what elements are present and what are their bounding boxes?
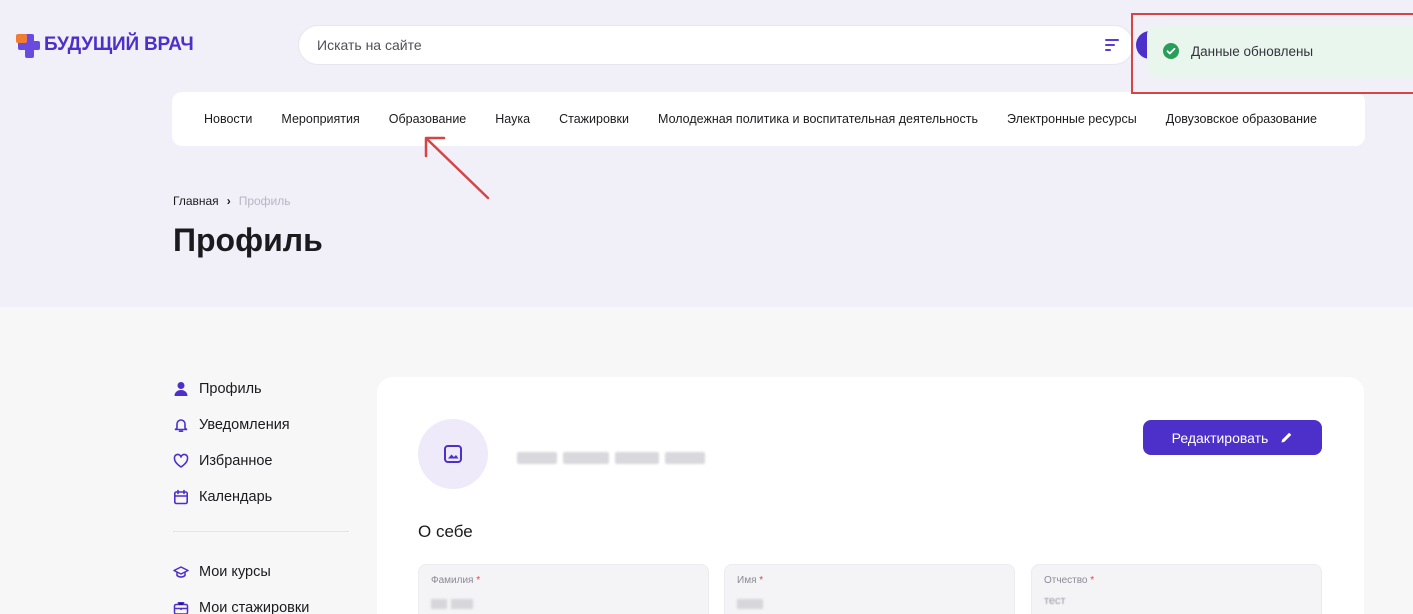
about-section-title: О себе <box>418 522 473 541</box>
breadcrumb-chevron-icon: › <box>226 194 231 208</box>
profile-card: Редактировать О себе Фамилия * Имя * Отч… <box>377 377 1364 614</box>
breadcrumb: Главная › Профиль <box>173 194 291 208</box>
first-name-field[interactable]: Имя * <box>724 564 1015 614</box>
nav-item-e-resources[interactable]: Электронные ресурсы <box>1007 112 1137 126</box>
patronymic-field[interactable]: Отчество * тест <box>1031 564 1322 614</box>
nav-item-news[interactable]: Новости <box>204 112 252 126</box>
nav-item-pre-university[interactable]: Довузовское образование <box>1166 112 1317 126</box>
annotation-arrow-icon <box>424 136 490 200</box>
avatar[interactable] <box>418 419 488 489</box>
main-nav: Новости Мероприятия Образование Наука Ст… <box>172 92 1365 146</box>
sidebar-item-profile[interactable]: Профиль <box>173 377 349 401</box>
bell-icon <box>174 419 188 432</box>
sidebar-item-label: Уведомления <box>199 417 290 433</box>
briefcase-icon <box>173 602 189 614</box>
toast-message: Данные обновлены <box>1191 43 1314 59</box>
sidebar-item-label: Мои стажировки <box>199 600 310 614</box>
sidebar-divider <box>173 531 349 532</box>
patronymic-value: тест <box>1044 595 1066 607</box>
field-label: Имя * <box>737 575 764 586</box>
image-placeholder-icon <box>444 445 462 463</box>
nav-item-education[interactable]: Образование <box>389 112 466 126</box>
site-logo[interactable]: БУДУЩИЙ ВРАЧ <box>16 30 194 60</box>
sidebar-item-calendar[interactable]: Календарь <box>173 485 349 509</box>
nav-item-science[interactable]: Наука <box>495 112 530 126</box>
field-label: Фамилия * <box>431 575 481 586</box>
success-toast: Данные обновлены <box>1147 25 1413 77</box>
logo-cross-icon <box>16 32 42 58</box>
calendar-icon <box>173 489 188 505</box>
edit-profile-button[interactable]: Редактировать <box>1143 420 1322 455</box>
logo-text: БУДУЩИЙ ВРАЧ <box>44 34 194 55</box>
page-title: Профиль <box>173 222 323 258</box>
edit-profile-label: Редактировать <box>1171 429 1269 446</box>
nav-item-events[interactable]: Мероприятия <box>281 112 359 126</box>
heart-icon <box>173 453 189 468</box>
sidebar-item-my-courses[interactable]: Мои курсы <box>173 560 349 584</box>
profile-sidebar: Профиль Уведомления Избранное Календарь … <box>173 377 349 614</box>
filter-icon[interactable] <box>1105 39 1119 51</box>
breadcrumb-home[interactable]: Главная <box>173 194 219 208</box>
sidebar-item-label: Профиль <box>199 381 262 397</box>
breadcrumb-current: Профиль <box>238 194 291 208</box>
graduation-cap-icon <box>173 566 189 578</box>
field-label: Отчество * <box>1044 575 1095 586</box>
check-circle-icon <box>1163 43 1179 59</box>
nav-item-internships[interactable]: Стажировки <box>559 112 629 126</box>
search-placeholder: Искать на сайте <box>317 37 422 53</box>
last-name-value-redacted <box>431 599 473 609</box>
sidebar-item-my-internships[interactable]: Мои стажировки <box>173 596 349 614</box>
search-input[interactable]: Искать на сайте <box>298 25 1134 65</box>
sidebar-item-label: Мои курсы <box>199 564 271 580</box>
sidebar-item-label: Избранное <box>199 453 273 469</box>
sidebar-item-favorites[interactable]: Избранное <box>173 449 349 473</box>
user-icon <box>174 382 188 396</box>
sidebar-item-notifications[interactable]: Уведомления <box>173 413 349 437</box>
sidebar-item-label: Календарь <box>199 489 273 505</box>
pencil-icon <box>1281 432 1292 443</box>
first-name-value-redacted <box>737 599 763 609</box>
user-full-name-redacted <box>517 452 705 464</box>
nav-item-youth-policy[interactable]: Молодежная политика и воспитательная дея… <box>658 112 978 126</box>
last-name-field[interactable]: Фамилия * <box>418 564 709 614</box>
